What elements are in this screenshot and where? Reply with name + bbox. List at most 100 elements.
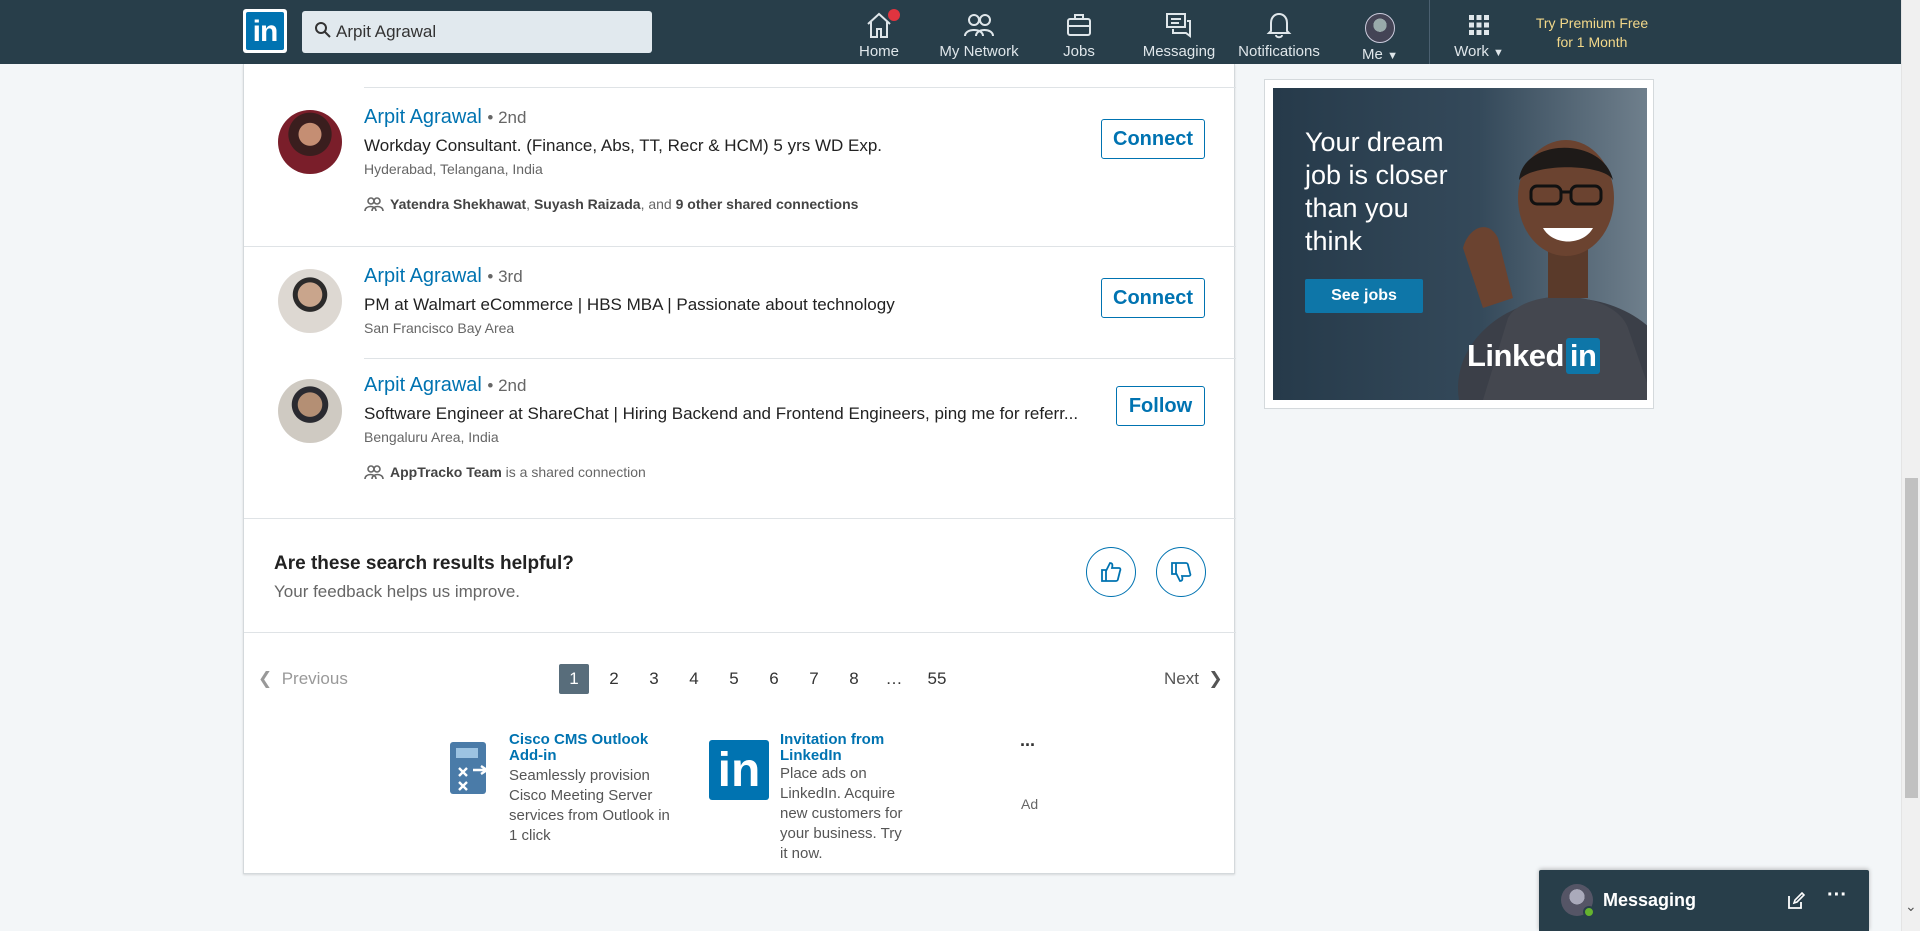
result-name-row: Arpit Agrawal • 2nd: [364, 106, 526, 129]
previous-label: Previous: [281, 669, 348, 688]
text-ad-linkedin[interactable]: in Invitation from LinkedIn Place ads on…: [709, 732, 909, 864]
premium-upsell-link[interactable]: Try Premium Free for 1 Month: [1516, 14, 1668, 52]
nav-my-network[interactable]: My Network: [934, 8, 1024, 62]
nav-work[interactable]: Work ▼: [1446, 8, 1512, 62]
ad-title[interactable]: Cisco CMS Outlook Add-in: [509, 732, 679, 764]
ad-headline-line: Your dream: [1305, 127, 1444, 157]
shared-connections[interactable]: AppTracko Team is a shared connection: [364, 464, 646, 480]
page-6[interactable]: 6: [759, 664, 789, 694]
page-scrollbar[interactable]: ⌄: [1901, 0, 1920, 931]
feedback-question: Are these search results helpful?: [274, 553, 574, 574]
right-rail-ad[interactable]: Your dream job is closer than you think …: [1264, 79, 1654, 409]
connection-degree: • 2nd: [487, 376, 527, 395]
ad-title[interactable]: Invitation from LinkedIn: [780, 732, 909, 764]
shared-connections[interactable]: Yatendra Shekhawat, Suyash Raizada, and …: [364, 196, 858, 212]
page-ellipsis: …: [885, 669, 903, 688]
next-label: Next: [1164, 669, 1199, 688]
shared-name: Suyash Raizada: [533, 196, 641, 212]
thumbs-up-button[interactable]: [1086, 547, 1136, 597]
scroll-down-arrow-icon[interactable]: ⌄: [1905, 898, 1917, 915]
search-result-item: Arpit Agrawal • 2nd Software Engineer at…: [244, 359, 1236, 519]
ad-more-menu[interactable]: ...: [1020, 730, 1035, 751]
nav-me-label: Me: [1362, 46, 1383, 63]
search-results-card: Arpit Agrawal • 2nd Workday Consultant. …: [243, 64, 1236, 874]
connect-button[interactable]: Connect: [1101, 119, 1205, 159]
see-jobs-button[interactable]: See jobs: [1305, 279, 1423, 313]
nav-messaging[interactable]: Messaging: [1139, 8, 1219, 62]
divider: [244, 518, 1236, 519]
nav-jobs-label: Jobs: [1063, 43, 1095, 60]
chevron-down-icon: ▼: [1493, 47, 1504, 59]
ad-description: Place ads on LinkedIn. Acquire new custo…: [780, 765, 903, 862]
global-nav: in Home My Network Jobs Messaging Notifi…: [0, 0, 1920, 64]
online-status-dot: [1583, 906, 1595, 918]
more-options-icon[interactable]: ···: [1827, 884, 1847, 907]
briefcase-icon: [1067, 14, 1091, 36]
compose-icon[interactable]: [1787, 892, 1805, 910]
messaging-label: Messaging: [1603, 890, 1697, 910]
page-4[interactable]: 4: [679, 664, 709, 694]
divider: [244, 632, 1236, 633]
shared-mid: , and: [640, 196, 676, 212]
chevron-left-icon: ❮: [258, 669, 273, 688]
scrollbar-thumb[interactable]: [1905, 478, 1918, 798]
cisco-server-icon: [450, 742, 490, 794]
grid-apps-icon: [1469, 15, 1489, 35]
page-1[interactable]: 1: [559, 664, 589, 694]
chevron-right-icon: ❯: [1208, 669, 1223, 688]
shared-name: AppTracko Team: [390, 464, 502, 480]
nav-me[interactable]: Me ▼: [1350, 8, 1410, 63]
pagination-next[interactable]: Next ❯: [1164, 669, 1223, 689]
follow-button[interactable]: Follow: [1116, 386, 1205, 426]
result-headline: Workday Consultant. (Finance, Abs, TT, R…: [364, 136, 883, 155]
notification-badge: [886, 7, 902, 23]
brand-linked: Linked: [1467, 338, 1564, 373]
shared-others: 9 other shared connections: [675, 196, 859, 212]
thumbs-up-icon: [1101, 562, 1122, 582]
page-8[interactable]: 8: [839, 664, 869, 694]
result-headline: Software Engineer at ShareChat | Hiring …: [364, 404, 1079, 423]
result-name-link[interactable]: Arpit Agrawal: [364, 265, 482, 287]
me-avatar: [1365, 13, 1395, 43]
result-name-link[interactable]: Arpit Agrawal: [364, 374, 482, 396]
page-2[interactable]: 2: [599, 664, 629, 694]
page-55[interactable]: 55: [919, 664, 955, 694]
nav-home-label: Home: [858, 43, 899, 60]
brand-in: in: [1565, 338, 1601, 374]
ad-banner: Your dream job is closer than you think …: [1273, 88, 1647, 400]
result-name-row: Arpit Agrawal • 3rd: [364, 265, 523, 288]
shared-sep: ,: [526, 196, 534, 212]
nav-jobs[interactable]: Jobs: [1055, 8, 1103, 62]
connect-button[interactable]: Connect: [1101, 278, 1205, 318]
nav-home[interactable]: Home: [852, 7, 906, 62]
linkedin-wordmark: Linked in: [1467, 338, 1601, 374]
result-headline: PM at Walmart eCommerce | HBS MBA | Pass…: [364, 295, 895, 314]
ad-label: Ad: [1021, 796, 1039, 812]
text-ad-cisco[interactable]: Cisco CMS Outlook Add-in Seamlessly prov…: [439, 732, 679, 846]
nav-messaging-label: Messaging: [1142, 43, 1216, 60]
search-result-item: Arpit Agrawal • 3rd PM at Walmart eComme…: [244, 247, 1236, 357]
page-5[interactable]: 5: [719, 664, 749, 694]
people-icon: [964, 14, 994, 37]
search-box[interactable]: [302, 11, 652, 53]
linkedin-logo-icon[interactable]: in: [243, 9, 287, 53]
profile-photo[interactable]: [278, 379, 342, 443]
thumbs-down-icon: [1171, 562, 1192, 582]
chevron-down-icon: ▼: [1387, 50, 1398, 62]
pagination-previous[interactable]: ❮ Previous: [258, 669, 348, 689]
shared-name: Yatendra Shekhawat: [390, 196, 527, 212]
nav-notifications[interactable]: Notifications: [1236, 8, 1322, 62]
nav-me-row: Me ▼: [1350, 46, 1410, 63]
profile-photo[interactable]: [278, 110, 342, 174]
search-input[interactable]: [336, 11, 636, 53]
profile-photo[interactable]: [278, 269, 342, 333]
nav-notifications-label: Notifications: [1238, 43, 1320, 60]
messaging-overlay-bar[interactable]: Messaging ···: [1539, 870, 1869, 931]
nav-divider: [1429, 0, 1430, 64]
ad-headline-line: than you: [1305, 193, 1409, 223]
page-7[interactable]: 7: [799, 664, 829, 694]
result-name-link[interactable]: Arpit Agrawal: [364, 106, 482, 128]
thumbs-down-button[interactable]: [1156, 547, 1206, 597]
chat-bubbles-icon: [1166, 13, 1191, 38]
page-3[interactable]: 3: [639, 664, 669, 694]
